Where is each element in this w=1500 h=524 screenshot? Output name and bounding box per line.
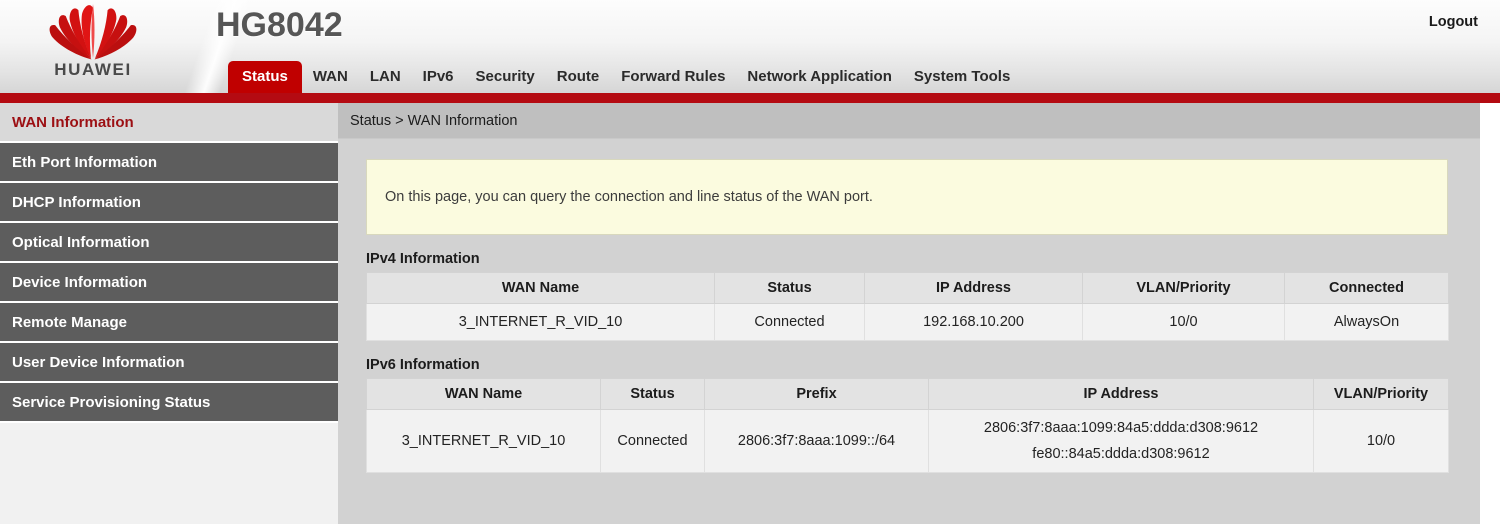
nav-item-status[interactable]: Status [228,61,302,93]
table-header-row: WAN Name Status Prefix IP Address VLAN/P… [367,379,1449,410]
ipv6-cell-ip-address: 2806:3f7:8aaa:1099:84a5:ddda:d308:9612 f… [929,410,1314,473]
nav-item-wan[interactable]: WAN [302,61,359,93]
nav-item-network-application[interactable]: Network Application [736,61,902,93]
huawei-wordmark: HUAWEI [18,60,168,80]
sidebar-item-service-provisioning-status[interactable]: Service Provisioning Status [0,383,338,423]
sidebar-item-dhcp-information[interactable]: DHCP Information [0,183,338,223]
nav-item-route[interactable]: Route [546,61,611,93]
table-row: 3_INTERNET_R_VID_10 Connected 2806:3f7:8… [367,410,1449,473]
ipv6-address-global: 2806:3f7:8aaa:1099:84a5:ddda:d308:9612 [933,415,1309,441]
ipv6-cell-vlan-priority: 10/0 [1314,410,1449,473]
ipv6-address-link-local: fe80::84a5:ddda:d308:9612 [933,441,1309,467]
ipv6-col-ip-address: IP Address [929,379,1314,410]
ipv4-cell-vlan-priority: 10/0 [1083,304,1285,341]
main-area: WAN Information Eth Port Information DHC… [0,103,1500,524]
ipv4-col-vlan-priority: VLAN/Priority [1083,273,1285,304]
sidebar-item-optical-information[interactable]: Optical Information [0,223,338,263]
ipv6-cell-wan-name: 3_INTERNET_R_VID_10 [367,410,601,473]
logout-button[interactable]: Logout [1429,14,1478,30]
nav-item-ipv6[interactable]: IPv6 [412,61,465,93]
ipv4-col-status: Status [715,273,865,304]
ipv6-col-status: Status [601,379,705,410]
sidebar-item-eth-port-information[interactable]: Eth Port Information [0,143,338,183]
content-panel: On this page, you can query the connecti… [366,159,1448,473]
ipv4-section-title: IPv4 Information [366,251,1448,267]
ipv4-col-ip-address: IP Address [865,273,1083,304]
sidebar-item-device-information[interactable]: Device Information [0,263,338,303]
ipv4-cell-connected: AlwaysOn [1285,304,1449,341]
breadcrumb: Status > WAN Information [338,103,1480,139]
ipv6-cell-prefix: 2806:3f7:8aaa:1099::/64 [705,410,929,473]
sidebar-item-user-device-information[interactable]: User Device Information [0,343,338,383]
ipv4-col-connected: Connected [1285,273,1449,304]
ipv6-table: WAN Name Status Prefix IP Address VLAN/P… [366,378,1449,473]
info-banner: On this page, you can query the connecti… [366,159,1448,235]
huawei-logo: HUAWEI [18,2,168,90]
nav-item-lan[interactable]: LAN [359,61,412,93]
ipv6-col-prefix: Prefix [705,379,929,410]
ipv6-address-stack: 2806:3f7:8aaa:1099:84a5:ddda:d308:9612 f… [933,415,1309,467]
ipv6-col-wan-name: WAN Name [367,379,601,410]
ipv4-cell-status: Connected [715,304,865,341]
nav-item-security[interactable]: Security [465,61,546,93]
main-navigation: Status WAN LAN IPv6 Security Route Forwa… [228,61,1021,93]
ipv6-col-vlan-priority: VLAN/Priority [1314,379,1449,410]
ipv6-cell-status: Connected [601,410,705,473]
sidebar-item-remote-manage[interactable]: Remote Manage [0,303,338,343]
ipv4-col-wan-name: WAN Name [367,273,715,304]
huawei-flower-icon [30,2,156,64]
ipv4-cell-wan-name: 3_INTERNET_R_VID_10 [367,304,715,341]
ipv4-table: WAN Name Status IP Address VLAN/Priority… [366,272,1449,341]
header-red-divider [0,93,1500,103]
ipv4-cell-ip-address: 192.168.10.200 [865,304,1083,341]
sidebar-item-wan-information[interactable]: WAN Information [0,103,338,143]
info-banner-text: On this page, you can query the connecti… [385,189,873,205]
sidebar-menu: WAN Information Eth Port Information DHC… [0,103,338,524]
table-row: 3_INTERNET_R_VID_10 Connected 192.168.10… [367,304,1449,341]
content-area: Status > WAN Information On this page, y… [338,103,1480,524]
nav-item-system-tools[interactable]: System Tools [903,61,1021,93]
page-header: HUAWEI HG8042 Logout Status WAN LAN IPv6… [0,0,1500,93]
ipv6-section-title: IPv6 Information [366,357,1448,373]
table-header-row: WAN Name Status IP Address VLAN/Priority… [367,273,1449,304]
page-title: HG8042 [216,6,343,45]
nav-item-forward-rules[interactable]: Forward Rules [610,61,736,93]
